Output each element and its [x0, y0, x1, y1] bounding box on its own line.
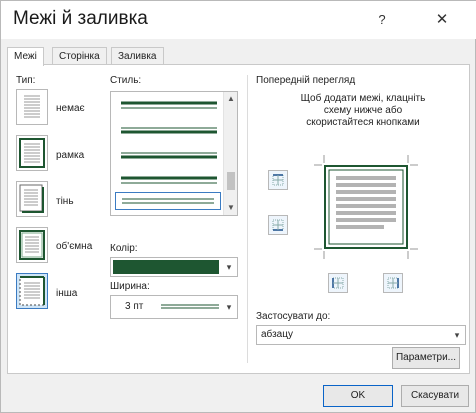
help-button[interactable]: ?	[372, 11, 392, 29]
setting-3d-label: об'ємна	[56, 241, 93, 252]
setting-none-label: немає	[56, 103, 85, 114]
tab-page-border-label: Сторінка	[59, 51, 100, 62]
double-line-swatch	[121, 127, 217, 134]
color-swatch	[113, 260, 219, 274]
right-border-icon	[387, 277, 399, 289]
left-border-icon	[332, 277, 344, 289]
double-line-swatch	[121, 101, 217, 109]
chevron-down-icon[interactable]: ▾	[449, 326, 465, 344]
preview-diagram[interactable]	[314, 155, 418, 259]
setting-shadow-label: тінь	[56, 196, 74, 207]
width-dropdown[interactable]: 3 пт ▾	[110, 295, 238, 319]
setting-shadow-button[interactable]	[16, 181, 48, 217]
right-border-button[interactable]	[383, 273, 403, 293]
close-button[interactable]: ✕	[432, 11, 452, 29]
top-border-button[interactable]	[268, 170, 288, 190]
width-line-swatch	[161, 304, 219, 309]
scroll-up-icon[interactable]: ▲	[224, 92, 238, 106]
borders-and-shading-dialog: Межі й заливка ? ✕ Межі Сторінка Заливка…	[0, 0, 476, 413]
borders-tab-panel: Тип: немає рамка тінь об'ємна інша Стиль…	[7, 64, 470, 374]
color-picker[interactable]: ▾	[110, 257, 238, 277]
apply-to-label: Застосувати до:	[256, 311, 331, 322]
style-label: Стиль:	[110, 75, 142, 86]
setting-custom-button[interactable]	[16, 273, 48, 309]
tab-page-border[interactable]: Сторінка	[52, 47, 107, 65]
top-border-icon	[272, 174, 284, 186]
style-option-4[interactable]	[121, 175, 217, 185]
setting-3d-button[interactable]	[16, 227, 48, 263]
title-bar: Межі й заливка ? ✕	[1, 1, 476, 39]
apply-to-value: абзацу	[261, 329, 293, 340]
style-list[interactable]: ▲ ▼	[110, 91, 238, 216]
none-border-icon	[24, 95, 40, 118]
preview-label: Попередній перегляд	[256, 75, 356, 86]
options-button[interactable]: Параметри...	[392, 347, 460, 369]
ok-button[interactable]: OK	[323, 385, 393, 407]
bottom-border-icon	[272, 219, 284, 231]
chevron-down-icon[interactable]: ▾	[221, 258, 237, 276]
style-option-selected[interactable]	[115, 192, 221, 210]
width-label: Ширина:	[110, 281, 150, 292]
style-option-1[interactable]	[121, 100, 217, 110]
setting-custom-label: інша	[56, 288, 78, 299]
shadow-border-icon	[19, 184, 44, 213]
left-border-button[interactable]	[328, 273, 348, 293]
setting-none-button[interactable]	[16, 89, 48, 125]
scroll-thumb[interactable]	[227, 172, 235, 190]
style-option-2[interactable]	[121, 125, 217, 135]
bottom-border-button[interactable]	[268, 215, 288, 235]
cancel-button[interactable]: Скасувати	[401, 385, 469, 407]
3d-border-icon	[19, 230, 45, 260]
style-list-scrollbar[interactable]: ▲ ▼	[223, 92, 237, 215]
chevron-down-icon[interactable]: ▾	[221, 296, 237, 318]
box-border-icon	[19, 138, 45, 168]
tab-shading-label: Заливка	[118, 51, 157, 62]
preview-hint: Щоб додати межі, клацніть схему нижче аб…	[300, 93, 426, 128]
tab-borders-label: Межі	[14, 51, 37, 62]
color-label: Колір:	[110, 243, 138, 254]
style-option-3[interactable]	[121, 150, 217, 160]
setting-box-button[interactable]	[16, 135, 48, 171]
dialog-title: Межі й заливка	[13, 8, 148, 29]
setting-box-label: рамка	[56, 150, 85, 161]
tab-shading[interactable]: Заливка	[111, 47, 164, 65]
double-line-swatch	[121, 152, 217, 159]
setting-label: Тип:	[16, 75, 36, 86]
width-value: 3 пт	[125, 301, 144, 312]
custom-border-icon	[19, 276, 45, 306]
scroll-down-icon[interactable]: ▼	[224, 201, 238, 215]
double-line-swatch	[121, 176, 217, 184]
double-line-swatch	[122, 198, 214, 204]
preview-group: Попередній перегляд Щоб додати межі, кла…	[247, 75, 468, 363]
apply-to-dropdown[interactable]: абзацу ▾	[256, 325, 466, 345]
tab-borders[interactable]: Межі	[7, 47, 44, 66]
